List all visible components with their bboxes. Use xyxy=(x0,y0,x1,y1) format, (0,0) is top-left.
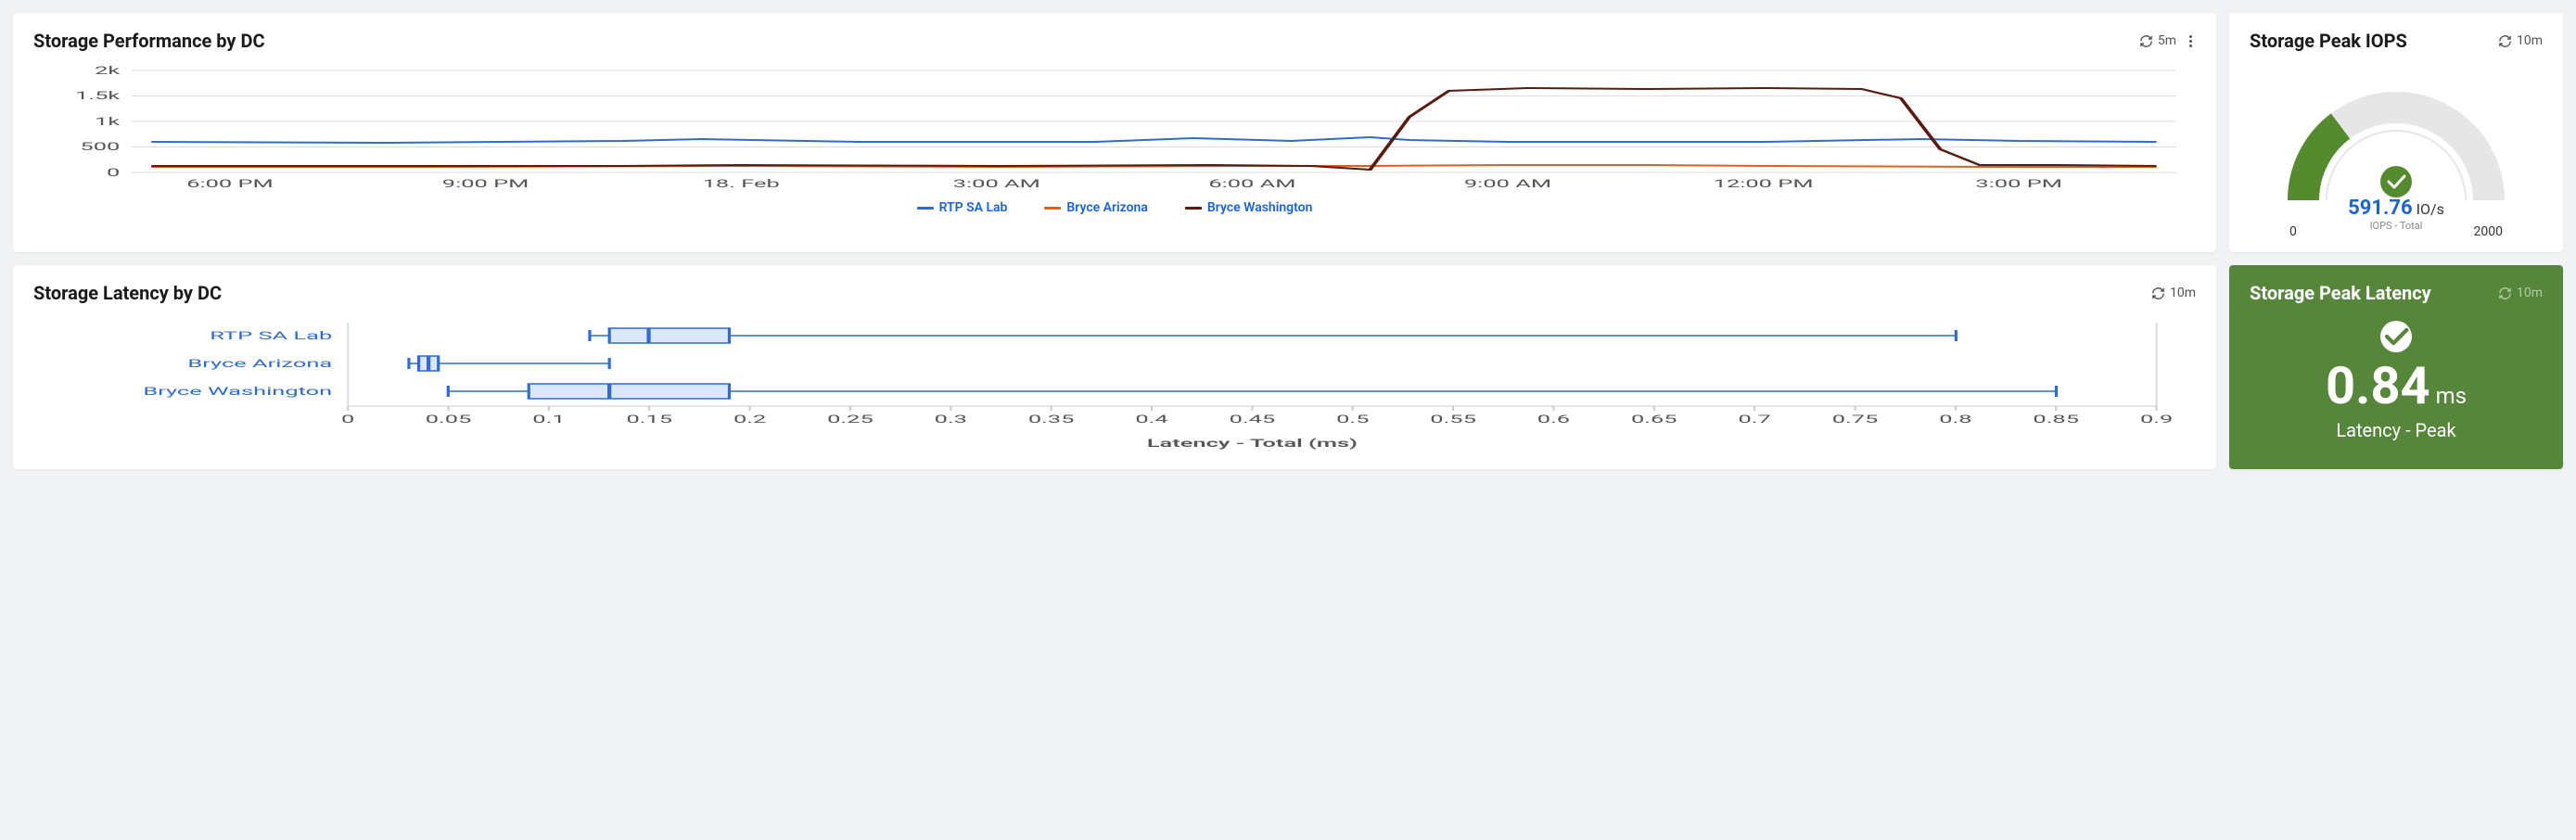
panel-actions: 5m xyxy=(2139,32,2196,51)
gauge-number: 591.76 xyxy=(2348,197,2413,220)
legend-label: Bryce Washington xyxy=(1207,200,1313,215)
ytick: 500 xyxy=(80,140,120,153)
panel-peak-latency: Storage Peak Latency 10m 0.84ms Latency … xyxy=(2229,265,2563,469)
refresh-icon xyxy=(2151,286,2165,300)
panel-actions: 10m xyxy=(2151,286,2196,300)
ytick: 1.5k xyxy=(75,89,121,102)
box-xtick: 0.75 xyxy=(1832,413,1879,426)
box-az xyxy=(409,356,609,371)
chart-legend: RTP SA Lab Bryce Arizona Bryce Washingto… xyxy=(33,200,2196,215)
xtick: 18. Feb xyxy=(703,177,780,190)
peak-value-row: 0.84ms xyxy=(2326,360,2467,412)
legend-item-wa[interactable]: Bryce Washington xyxy=(1185,200,1313,215)
panel-actions: 10m xyxy=(2498,286,2543,300)
xtick: 3:00 AM xyxy=(953,177,1040,190)
box-xtick: 0.85 xyxy=(2033,413,2079,426)
xtick: 9:00 AM xyxy=(1464,177,1551,190)
legend-swatch xyxy=(1044,207,1061,210)
xtick: 12:00 PM xyxy=(1714,177,1814,190)
ytick: 2k xyxy=(95,64,121,77)
panel-menu-button[interactable] xyxy=(2186,32,2196,51)
box-xtick: 0.15 xyxy=(626,413,672,426)
refresh-icon xyxy=(2498,286,2512,300)
legend-label: Bryce Arizona xyxy=(1066,200,1147,215)
refresh-button[interactable]: 10m xyxy=(2498,286,2543,300)
panel-title: Storage Peak Latency xyxy=(2250,282,2431,304)
gauge-unit: IO/s xyxy=(2417,200,2444,218)
gauge-max: 2000 xyxy=(2474,224,2503,239)
legend-label: RTP SA Lab xyxy=(939,200,1008,215)
legend-item-az[interactable]: Bryce Arizona xyxy=(1044,200,1147,215)
box-xtick: 0.5 xyxy=(1336,413,1369,426)
xtick: 3:00 PM xyxy=(1975,177,2062,190)
box-xtick: 0.65 xyxy=(1631,413,1677,426)
ytick: 1k xyxy=(95,115,121,128)
refresh-icon xyxy=(2498,34,2512,48)
box-xtick: 0.35 xyxy=(1028,413,1075,426)
box-xtick: 0.2 xyxy=(733,413,766,426)
series-rtp xyxy=(151,137,2156,143)
panel-peak-iops: Storage Peak IOPS 10m xyxy=(2229,13,2563,252)
box-xtick: 0.8 xyxy=(1939,413,1971,426)
panel-header: Storage Peak IOPS 10m xyxy=(2250,30,2543,52)
peak-sublabel: Latency - Peak xyxy=(2336,419,2455,441)
box-xtick: 0.4 xyxy=(1135,413,1167,426)
box-xtick: 0.9 xyxy=(2140,413,2173,426)
box-xtick: 0.3 xyxy=(935,413,967,426)
refresh-interval: 5m xyxy=(2158,33,2176,48)
panel-title: Storage Peak IOPS xyxy=(2250,30,2407,52)
box-xtick: 0.55 xyxy=(1430,413,1476,426)
refresh-interval: 10m xyxy=(2517,286,2543,300)
box-cat: RTP SA Lab xyxy=(210,329,332,342)
series-wa xyxy=(151,88,2156,170)
line-chart-area: 0 500 1k 1.5k 2k 6:00 PM 9:00 PM 18. Feb… xyxy=(33,61,2196,228)
line-chart[interactable]: 0 500 1k 1.5k 2k 6:00 PM 9:00 PM 18. Feb… xyxy=(33,61,2196,191)
refresh-icon xyxy=(2139,34,2153,48)
refresh-button[interactable]: 5m xyxy=(2139,33,2176,48)
panel-storage-latency: Storage Latency by DC 10m RTP SA Lab xyxy=(13,265,2216,469)
box-xtick: 0.05 xyxy=(426,413,472,426)
box-cat: Bryce Washington xyxy=(143,385,332,398)
box-xtick: 0 xyxy=(341,413,354,426)
panel-title: Storage Latency by DC xyxy=(33,282,222,304)
box-xtick: 0.25 xyxy=(827,413,874,426)
peak-body: 0.84ms Latency - Peak xyxy=(2250,313,2543,454)
gauge-min: 0 xyxy=(2289,224,2297,239)
panel-actions: 10m xyxy=(2498,33,2543,48)
status-ok-icon xyxy=(2380,321,2412,352)
gauge-range: 0 2000 xyxy=(2289,224,2503,239)
boxplot-chart[interactable]: RTP SA Lab Bryce Arizona Bryce Washingto… xyxy=(33,313,2196,456)
box-wa xyxy=(448,384,2056,399)
panel-header: Storage Peak Latency 10m xyxy=(2250,282,2543,304)
panel-title: Storage Performance by DC xyxy=(33,30,265,52)
panel-header: Storage Performance by DC 5m xyxy=(33,30,2196,52)
gauge-chart[interactable]: 591.76IO/s IOPS - Total 0 2000 xyxy=(2250,61,2543,239)
box-xtick: 0.45 xyxy=(1230,413,1276,426)
refresh-interval: 10m xyxy=(2517,33,2543,48)
peak-unit: ms xyxy=(2436,383,2467,409)
box-rtp xyxy=(590,328,1956,343)
panel-header: Storage Latency by DC 10m xyxy=(33,282,2196,304)
panel-storage-performance: Storage Performance by DC 5m xyxy=(13,13,2216,252)
legend-swatch xyxy=(1185,207,1202,210)
xtick: 6:00 PM xyxy=(186,177,274,190)
ytick: 0 xyxy=(107,166,120,179)
box-cat: Bryce Arizona xyxy=(187,357,332,370)
box-xlabel: Latency - Total (ms) xyxy=(1147,437,1358,450)
refresh-interval: 10m xyxy=(2170,286,2196,300)
xtick: 9:00 PM xyxy=(442,177,529,190)
refresh-button[interactable]: 10m xyxy=(2498,33,2543,48)
peak-value: 0.84 xyxy=(2326,355,2430,416)
box-xtick: 0.6 xyxy=(1537,413,1570,426)
box-xtick: 0.1 xyxy=(532,413,565,426)
refresh-button[interactable]: 10m xyxy=(2151,286,2196,300)
legend-swatch xyxy=(917,207,934,210)
legend-item-rtp[interactable]: RTP SA Lab xyxy=(917,200,1008,215)
xtick: 6:00 AM xyxy=(1208,177,1295,190)
box-xtick: 0.7 xyxy=(1739,413,1771,426)
